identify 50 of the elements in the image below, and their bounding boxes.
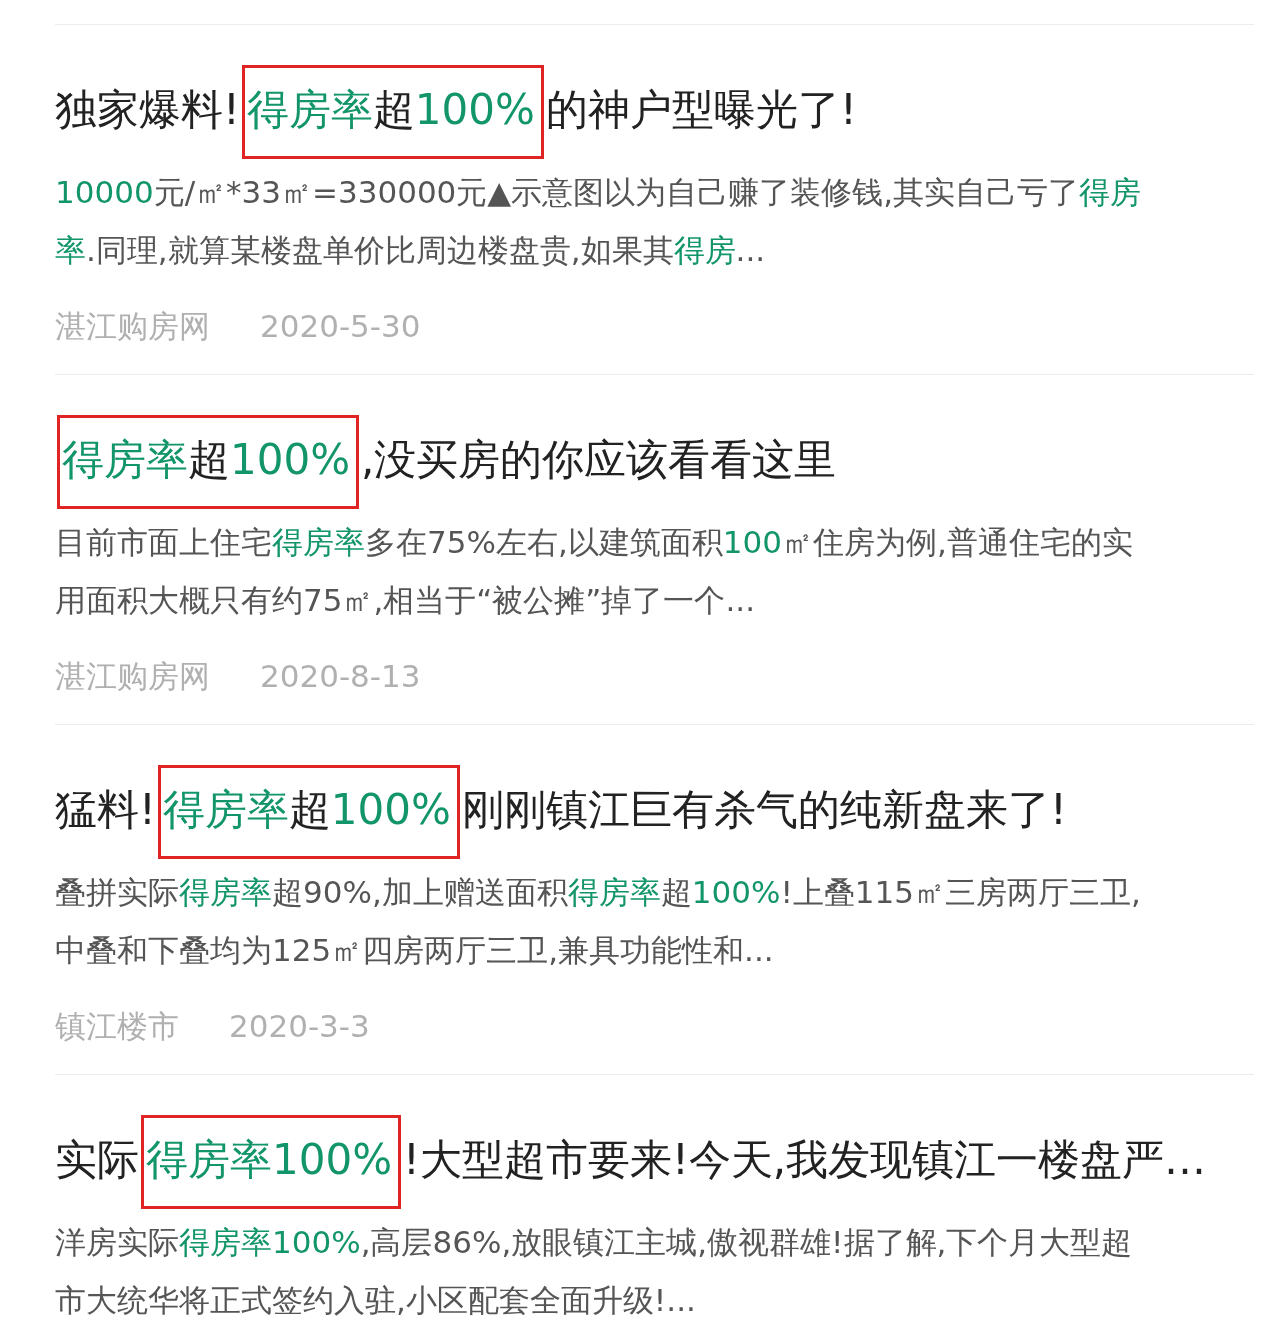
title-text[interactable]: 超: [188, 415, 230, 509]
title-text[interactable]: 超: [372, 65, 415, 159]
title-text[interactable]: 超: [288, 765, 331, 859]
publish-date: 2020-3-3: [229, 1007, 370, 1046]
snippet-text: 用面积大概只有约75㎡,相当于“被公摊”掉了一个...: [55, 582, 755, 618]
title-text[interactable]: 独家爆料!: [55, 65, 240, 159]
snippet-text: ,高层86%,放眼镇江主城,傲视群雄!据了解,下个月大型超: [360, 1224, 1133, 1260]
title-text[interactable]: ,没买房的你应该看看这里: [361, 415, 837, 509]
title-text[interactable]: !大型超市要来!今天,我发现镇江一楼盘严…: [403, 1115, 1207, 1209]
title-text[interactable]: 猛料!: [55, 765, 156, 859]
snippet-text: ...: [735, 232, 766, 268]
title-text[interactable]: 实际: [55, 1115, 139, 1209]
highlighted-term[interactable]: 得房率: [241, 65, 373, 159]
highlighted-term[interactable]: 100%: [414, 65, 544, 159]
highlighted-term: 得房率: [179, 874, 272, 910]
snippet-text: 多在75%左右,以建筑面积: [365, 524, 723, 560]
title-text[interactable]: 的神户型曝光了!: [545, 65, 857, 159]
title-text[interactable]: 刚刚镇江巨有杀气的纯新盘来了!: [461, 765, 1067, 859]
highlighted-term[interactable]: 100%: [230, 415, 360, 509]
publish-date: 2020-5-30: [260, 307, 421, 346]
snippet-text: 叠拼实际: [55, 874, 179, 910]
snippet-text: 市大统华将正式签约入驻,小区配套全面升级!...: [55, 1282, 696, 1318]
snippet-text: .同理,就算某楼盘单价比周边楼盘贵,如果其: [86, 232, 674, 268]
source-name: 湛江购房网: [55, 307, 210, 346]
publish-date: 2020-8-13: [260, 657, 421, 696]
highlighted-term[interactable]: 得房率: [141, 1115, 272, 1209]
highlighted-term[interactable]: 100%: [330, 765, 460, 859]
highlighted-term: 100%: [691, 874, 781, 910]
highlighted-term: 100: [722, 524, 782, 560]
highlighted-term: 得房率: [179, 1224, 272, 1260]
snippet-text: 超: [660, 874, 692, 910]
snippet-text: !上叠115㎡三房两厅三卫,: [780, 874, 1141, 910]
highlighted-term: 得房: [1079, 174, 1142, 210]
source-name: 湛江购房网: [55, 657, 210, 696]
snippet-text: 中叠和下叠均为125㎡四房两厅三卫,兼具功能性和...: [55, 932, 774, 968]
highlighted-term[interactable]: 得房率: [157, 765, 289, 859]
snippet-text: 目前市面上住宅: [55, 524, 272, 560]
highlighted-term[interactable]: 得房率: [57, 415, 188, 509]
highlighted-term: 率: [55, 232, 86, 268]
snippet-text: 超90%,加上赠送面积: [272, 874, 568, 910]
highlighted-term[interactable]: 100%: [272, 1115, 402, 1209]
snippet-text: 元/㎡*33㎡=330000元▲示意图以为自己赚了装修钱,其实自己亏了: [153, 174, 1080, 210]
snippet-text: 洋房实际: [55, 1224, 179, 1260]
source-name: 镇江楼市: [55, 1007, 179, 1046]
highlighted-term: 得房率: [567, 874, 661, 910]
highlighted-term: 10000: [55, 174, 154, 210]
highlighted-term: 100%: [272, 1224, 361, 1260]
snippet-text: ㎡住房为例,普通住宅的实: [781, 524, 1133, 560]
highlighted-term: 得房率: [272, 524, 365, 560]
highlighted-term: 得房: [673, 232, 736, 268]
